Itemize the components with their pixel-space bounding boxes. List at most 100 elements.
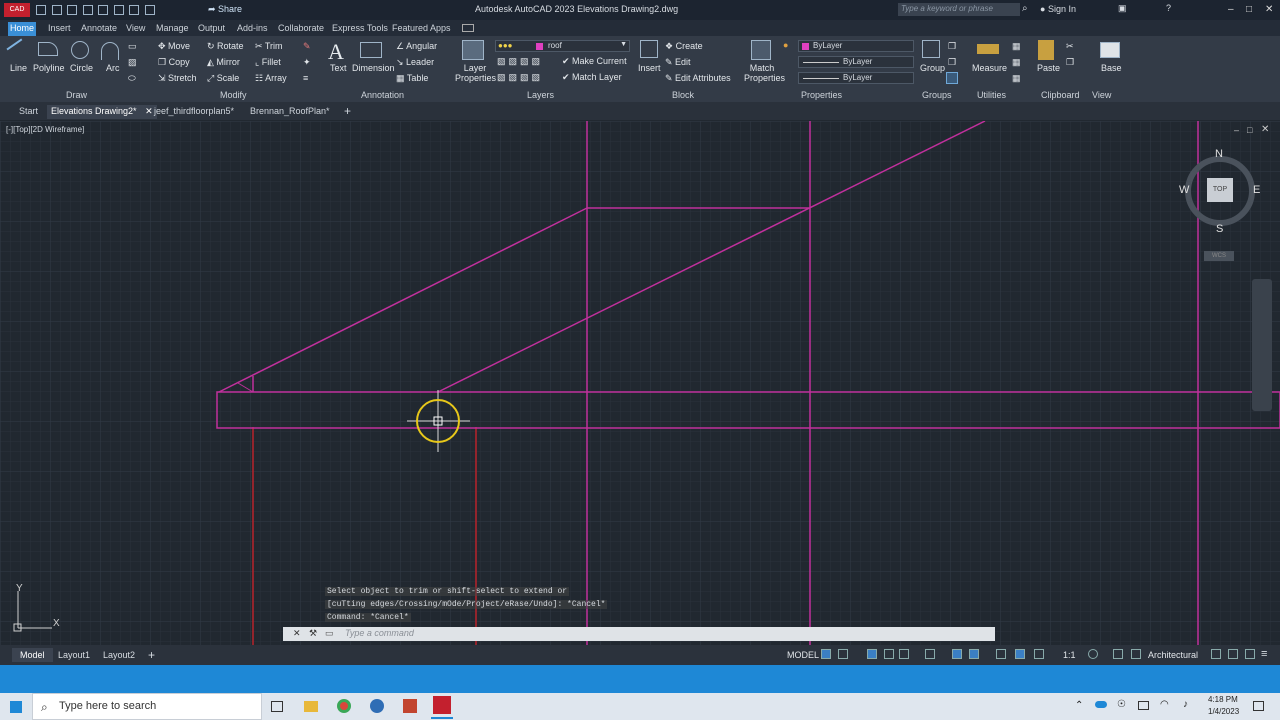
annotation-group-label[interactable]: Annotation xyxy=(361,90,404,100)
match-layer-button[interactable]: ✔ Match Layer xyxy=(562,72,622,83)
search-input[interactable]: Type a keyword or phrase xyxy=(898,3,1020,16)
color-wheel-icon[interactable]: ● xyxy=(783,40,788,50)
grid-display-icon[interactable] xyxy=(821,649,831,659)
viewcube[interactable]: TOP N S W E xyxy=(1179,148,1260,235)
paste-icon[interactable] xyxy=(1038,40,1054,60)
match-properties-button[interactable]: Match Properties xyxy=(744,63,785,83)
linetype-dropdown[interactable]: ByLayer xyxy=(798,56,914,68)
add-layout-icon[interactable]: + xyxy=(148,648,155,662)
move-button[interactable]: ✥ Move xyxy=(158,41,190,52)
viewcube-face-top[interactable]: TOP xyxy=(1207,178,1233,202)
group-edit-icon[interactable]: ❐ xyxy=(948,57,956,68)
save-as-icon[interactable] xyxy=(82,4,93,15)
doc-tab-roofplan[interactable]: Brennan_RoofPlan* xyxy=(246,105,334,119)
arc-button[interactable]: Arc xyxy=(106,63,120,73)
insert-button[interactable]: Insert xyxy=(638,63,661,73)
microphone-icon[interactable]: ☉ xyxy=(1117,699,1126,710)
units-dropdown[interactable]: Architectural xyxy=(1148,650,1198,660)
onedrive-icon[interactable] xyxy=(1095,701,1107,708)
isolate-objects-icon[interactable] xyxy=(1131,649,1141,659)
close-button[interactable]: ✕ xyxy=(1265,4,1273,15)
view-group-label[interactable]: View xyxy=(1092,90,1111,100)
display-icon[interactable] xyxy=(1138,701,1149,710)
create-block-button[interactable]: ❖ Create xyxy=(665,41,703,52)
group-select-icon[interactable] xyxy=(946,72,958,84)
chrome-icon[interactable] xyxy=(337,699,351,713)
doc-tab-start[interactable]: Start xyxy=(15,105,42,119)
quick-calc-icon[interactable]: ▦ xyxy=(1012,41,1021,52)
erase-icon[interactable]: ✎ xyxy=(303,41,311,52)
rectangle-icon[interactable]: ▭ xyxy=(128,41,137,52)
command-prompt-icon[interactable]: ▭ xyxy=(325,628,334,639)
viewport-close-button[interactable]: ✕ xyxy=(1261,124,1269,135)
leader-button[interactable]: ↘ Leader xyxy=(396,57,434,68)
sketchup-icon[interactable] xyxy=(403,699,417,713)
offset-icon[interactable]: ≡ xyxy=(303,73,308,83)
layer-dropdown[interactable]: ●●● roof ▼ xyxy=(495,40,630,52)
drawing-viewport[interactable]: [-][Top][2D Wireframe] Y X – □ ✕ TOP N S… xyxy=(0,121,1280,645)
tab-insert[interactable]: Insert xyxy=(46,22,73,36)
utilities-group-label[interactable]: Utilities xyxy=(977,90,1006,100)
tab-add-ins[interactable]: Add-ins xyxy=(235,22,270,36)
show-hidden-icons[interactable]: ⌃ xyxy=(1075,700,1083,711)
tab-annotate[interactable]: Annotate xyxy=(79,22,119,36)
wifi-icon[interactable]: ◠ xyxy=(1160,699,1169,710)
ungroup-icon[interactable]: ❐ xyxy=(948,41,956,52)
block-group-label[interactable]: Block xyxy=(672,90,694,100)
make-current-button[interactable]: ✔ Make Current xyxy=(562,56,627,67)
layout-tab-model[interactable]: Model xyxy=(12,648,53,662)
isodraft-icon[interactable] xyxy=(952,649,962,659)
layout-tab-layout2[interactable]: Layout2 xyxy=(103,650,135,660)
base-view-icon[interactable] xyxy=(1100,42,1120,58)
doc-tab-elevations[interactable]: Elevations Drawing2* ✕ xyxy=(47,105,157,119)
cart-icon[interactable]: ▣ xyxy=(1118,3,1127,14)
fillet-button[interactable]: ⌞ Fillet xyxy=(255,57,281,68)
customization-menu-icon[interactable]: ≡ xyxy=(1261,648,1267,660)
volume-icon[interactable]: ♪ xyxy=(1183,699,1188,710)
tab-manage[interactable]: Manage xyxy=(154,22,191,36)
share-button[interactable]: ➦ Share xyxy=(208,4,242,15)
infer-constraints-icon[interactable] xyxy=(867,649,877,659)
minimize-button[interactable]: – xyxy=(1228,4,1234,15)
arc-icon[interactable] xyxy=(101,42,119,60)
group-button[interactable]: Group xyxy=(920,63,945,73)
task-view-icon[interactable] xyxy=(271,701,283,712)
layer-properties-button[interactable]: Layer Properties xyxy=(455,63,496,83)
edit-attributes-button[interactable]: ✎ Edit Attributes xyxy=(665,73,731,84)
scale-button[interactable]: ⤢ Scale xyxy=(207,73,239,84)
help-icon[interactable]: ? xyxy=(1166,3,1171,13)
maximize-button[interactable]: □ xyxy=(1246,4,1252,15)
autocad-taskbar-icon[interactable] xyxy=(433,696,451,714)
redo-icon[interactable] xyxy=(144,4,155,15)
group-icon[interactable] xyxy=(922,40,940,58)
object-snap-icon[interactable] xyxy=(996,649,1006,659)
workspace-gear-icon[interactable] xyxy=(1088,649,1098,659)
hatch-icon[interactable]: ▨ xyxy=(128,57,137,68)
file-explorer-icon[interactable] xyxy=(304,701,318,712)
trim-button[interactable]: ✂ Trim xyxy=(255,41,283,52)
circle-icon[interactable] xyxy=(71,41,89,59)
modify-group-label[interactable]: Modify xyxy=(220,90,247,100)
select-all-icon[interactable]: ▦ xyxy=(1012,73,1021,84)
cut-icon[interactable]: ✂ xyxy=(1066,41,1074,52)
annotation-monitor-icon[interactable] xyxy=(1113,649,1123,659)
color-dropdown[interactable]: ByLayer xyxy=(798,40,914,52)
compass-e[interactable]: E xyxy=(1253,184,1260,196)
tab-output[interactable]: Output xyxy=(196,22,227,36)
edit-block-button[interactable]: ✎ Edit xyxy=(665,57,691,68)
wrench-icon[interactable]: ⚒ xyxy=(309,628,317,639)
viewport-minimize-button[interactable]: – xyxy=(1234,125,1239,135)
quick-properties-icon[interactable] xyxy=(1211,649,1221,659)
search-icon[interactable]: ⌕ xyxy=(1022,3,1028,14)
copy-button[interactable]: ❐ Copy xyxy=(158,57,190,68)
layout-tab-layout1[interactable]: Layout1 xyxy=(58,650,90,660)
measure-icon[interactable] xyxy=(977,44,999,54)
object-snap-tracking-icon[interactable] xyxy=(969,649,979,659)
line-icon[interactable] xyxy=(6,38,32,64)
compass-w[interactable]: W xyxy=(1179,184,1189,196)
snap-mode-icon[interactable] xyxy=(838,649,848,659)
clock-date[interactable]: 1/4/2023 xyxy=(1208,707,1239,716)
tab-express-tools[interactable]: Express Tools xyxy=(330,22,390,36)
polar-tracking-icon[interactable] xyxy=(925,649,935,659)
new-icon[interactable] xyxy=(36,4,46,15)
